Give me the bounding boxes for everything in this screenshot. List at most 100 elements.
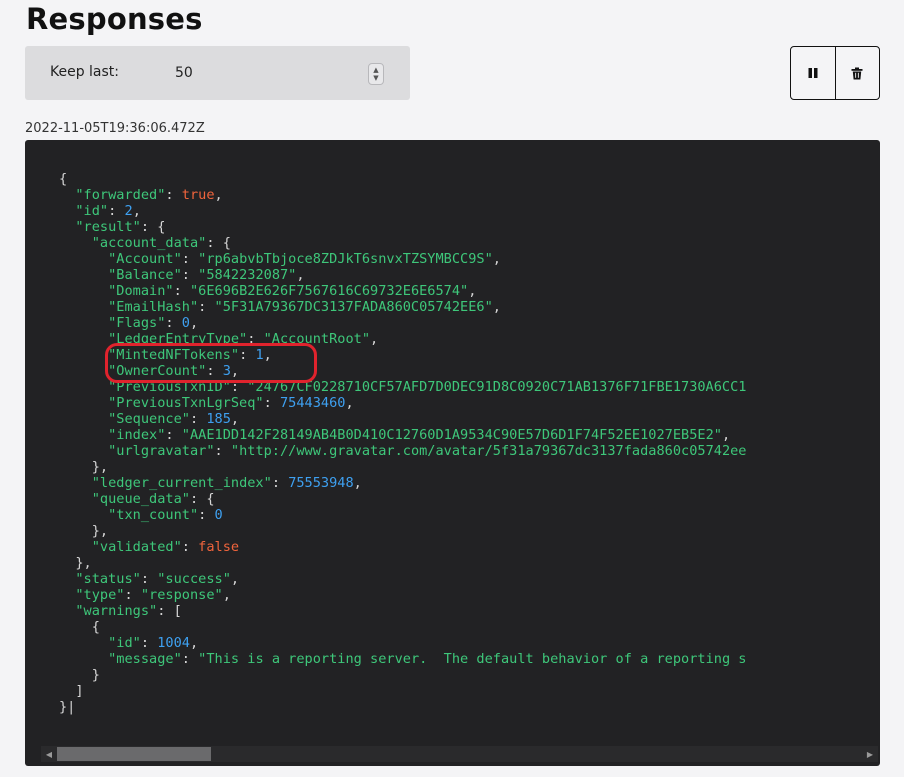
json-punctuation: ,	[189, 315, 199, 331]
scroll-left-arrow-icon[interactable]: ◀	[41, 746, 57, 762]
json-code-block: { "forwarded": true, "id": 2, "result": …	[59, 171, 747, 715]
json-string: "success"	[157, 571, 231, 587]
json-punctuation	[59, 299, 108, 315]
json-line: "type": "response",	[59, 587, 747, 603]
json-punctuation	[59, 395, 108, 411]
json-punctuation: :	[181, 651, 199, 667]
json-punctuation	[59, 347, 108, 363]
json-string: "AAE1DD142F28149AB4B0D410C12760D1A9534C9…	[181, 427, 722, 443]
keep-last-control: Keep last: ▲ ▼	[25, 46, 410, 100]
json-punctuation: :	[181, 539, 199, 555]
json-string: "24767CF0228710CF57AFD7D0DEC91D8C0920C71…	[247, 379, 747, 395]
json-key: "queue_data"	[91, 491, 190, 507]
json-punctuation: : [	[157, 603, 182, 619]
json-line: "ledger_current_index": 75553948,	[59, 475, 747, 491]
json-key: "index"	[108, 427, 166, 443]
keep-last-input[interactable]	[165, 57, 385, 89]
json-key: "urlgravatar"	[108, 443, 215, 459]
json-key: "PreviousTxnLgrSeq"	[108, 395, 264, 411]
json-punctuation: :	[198, 299, 215, 315]
json-line: "message": "This is a reporting server. …	[59, 651, 746, 667]
json-punctuation	[59, 571, 75, 587]
json-punctuation: ,	[370, 331, 379, 347]
json-punctuation: },	[59, 555, 92, 571]
json-punctuation	[59, 203, 75, 219]
json-punctuation: ,	[492, 251, 501, 267]
json-line: "result": {	[59, 219, 747, 235]
json-punctuation: ,	[230, 571, 240, 587]
json-key: "validated"	[91, 539, 182, 555]
json-punctuation	[59, 219, 75, 235]
json-punctuation	[59, 315, 108, 331]
json-punctuation	[59, 635, 108, 651]
json-key: "Account"	[108, 251, 182, 267]
chevron-up-icon[interactable]: ▲	[373, 66, 378, 74]
json-line: "Flags": 0,	[59, 315, 747, 331]
json-punctuation: :	[214, 443, 231, 459]
response-actions	[790, 46, 880, 100]
json-punctuation: : {	[140, 219, 166, 235]
json-key: "Sequence"	[108, 411, 190, 427]
delete-button[interactable]	[834, 47, 880, 99]
keep-last-label: Keep last:	[50, 64, 120, 80]
json-key: "warnings"	[75, 603, 158, 619]
json-punctuation: :	[165, 187, 182, 203]
json-punctuation: :	[124, 587, 141, 603]
annotation-highlight	[105, 343, 317, 383]
json-line: }|	[59, 699, 747, 715]
json-punctuation: ,	[468, 283, 477, 299]
json-line: "EmailHash": "5F31A79367DC3137FADA860C05…	[59, 299, 747, 315]
json-key: "account_data"	[91, 235, 207, 251]
json-punctuation	[59, 443, 108, 459]
json-punctuation: :	[263, 395, 280, 411]
json-response-viewer[interactable]: { "forwarded": true, "id": 2, "result": …	[25, 140, 880, 766]
response-timestamp: 2022-11-05T19:36:06.472Z	[25, 121, 205, 136]
json-punctuation: ,	[492, 299, 501, 315]
pause-button[interactable]	[791, 47, 835, 99]
json-punctuation: :	[181, 251, 199, 267]
json-key: "Balance"	[108, 267, 182, 283]
json-key: "forwarded"	[75, 187, 166, 203]
json-punctuation	[59, 283, 108, 299]
json-string: "rp6abvbTbjoce8ZDJkT6snvxTZSYMBCC9S"	[198, 251, 493, 267]
json-string: "5F31A79367DC3137FADA860C05742EE6"	[214, 299, 493, 315]
json-line: "urlgravatar": "http://www.gravatar.com/…	[59, 443, 746, 459]
json-punctuation	[59, 251, 108, 267]
json-punctuation: :	[173, 283, 190, 299]
json-line: }	[59, 667, 747, 683]
json-key: "Flags"	[108, 315, 166, 331]
json-punctuation: ,	[132, 203, 141, 219]
json-punctuation: : {	[206, 235, 231, 251]
json-punctuation: :	[198, 507, 215, 523]
scrollbar-thumb[interactable]	[57, 747, 211, 761]
json-line: "txn_count": 0	[59, 507, 747, 523]
json-string: "5842232087"	[198, 267, 297, 283]
json-punctuation	[59, 235, 92, 251]
json-punctuation	[59, 587, 75, 603]
json-line: },	[59, 555, 747, 571]
json-boolean: false	[198, 539, 240, 555]
chevron-down-icon[interactable]: ▼	[373, 74, 378, 82]
json-string: "response"	[140, 587, 223, 603]
number-stepper[interactable]: ▲ ▼	[368, 63, 384, 85]
json-punctuation: }|	[59, 699, 76, 715]
json-punctuation	[59, 491, 92, 507]
json-punctuation: ,	[230, 411, 240, 427]
json-punctuation	[59, 475, 92, 491]
scroll-right-arrow-icon[interactable]: ▶	[862, 746, 878, 762]
json-key: "status"	[75, 571, 141, 587]
json-punctuation	[59, 427, 108, 443]
json-line: "account_data": {	[59, 235, 747, 251]
horizontal-scrollbar[interactable]: ◀ ▶	[41, 746, 878, 762]
json-punctuation: }	[59, 667, 100, 683]
pause-icon	[808, 68, 818, 78]
json-punctuation: ,	[189, 635, 199, 651]
page-title: Responses	[26, 2, 203, 36]
json-punctuation: :	[165, 315, 182, 331]
json-punctuation: : {	[189, 491, 215, 507]
json-key: "EmailHash"	[108, 299, 199, 315]
json-punctuation: {	[59, 171, 68, 187]
json-number: 75553948	[288, 475, 354, 491]
json-punctuation: ,	[353, 475, 362, 491]
json-line: "id": 1004,	[59, 635, 747, 651]
